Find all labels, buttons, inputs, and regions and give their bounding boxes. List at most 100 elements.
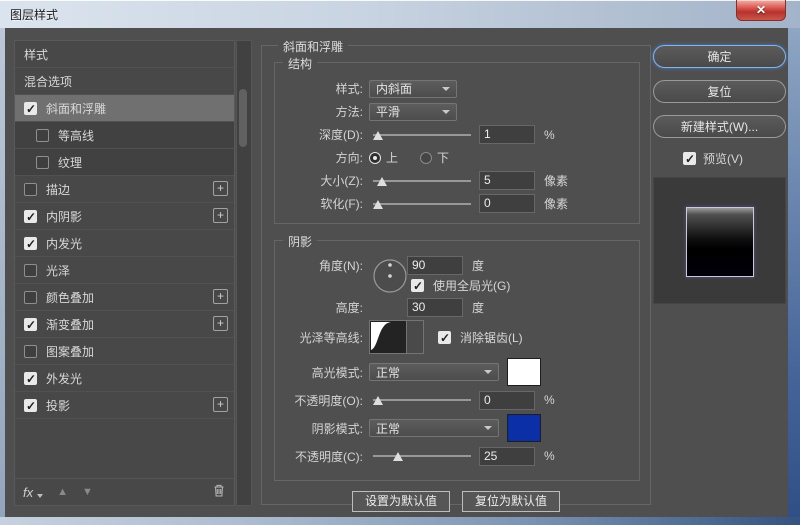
add-effect-icon[interactable] [213, 316, 228, 331]
title-bar[interactable]: 图层样式 ✕ [0, 0, 800, 29]
shadow-opacity-row: 不透明度(C): 25 % [283, 444, 631, 468]
sidebar-item-color-overlay[interactable]: 颜色叠加 [15, 284, 234, 311]
style-preview-thumbnail [686, 207, 754, 277]
checkbox-checked-icon[interactable] [24, 398, 37, 413]
style-dropdown[interactable]: 内斜面 [369, 79, 457, 98]
checkbox-checked-icon[interactable] [24, 371, 37, 386]
checkbox-checked-icon[interactable] [24, 317, 37, 332]
layer-style-dialog: 图层样式 ✕ 样式 混合选项 斜面和浮雕 等高线 纹理 [0, 0, 800, 525]
add-effect-icon[interactable] [213, 397, 228, 412]
angle-dial[interactable] [371, 257, 409, 298]
fx-menu-caret-icon[interactable] [37, 494, 44, 498]
slider-thumb[interactable] [373, 199, 383, 209]
slider-thumb[interactable] [393, 452, 403, 461]
sidebar-item-label: 颜色叠加 [46, 290, 95, 305]
checkbox-checked-icon[interactable] [24, 101, 37, 116]
sidebar-item-label: 描边 [46, 182, 71, 197]
highlight-opacity-input[interactable]: 0 [479, 390, 535, 410]
anti-alias-checkbox[interactable] [438, 330, 451, 345]
sidebar-item-label: 外发光 [46, 371, 83, 386]
shadow-opacity-input[interactable]: 25 [479, 446, 535, 466]
set-as-default-button[interactable]: 设置为默认值 [351, 491, 450, 512]
shadow-opacity-slider[interactable] [373, 449, 471, 463]
highlight-mode-dropdown[interactable]: 正常 [369, 363, 499, 381]
depth-slider[interactable] [373, 128, 471, 142]
preview-checkbox[interactable] [683, 151, 696, 166]
scrollbar-thumb[interactable] [239, 89, 247, 147]
add-effect-icon[interactable] [213, 181, 228, 196]
delete-effect-icon[interactable] [212, 483, 226, 501]
checkbox-unchecked-icon[interactable] [24, 344, 37, 358]
sidebar-item-outer-glow[interactable]: 外发光 [15, 365, 234, 392]
direction-down-radio[interactable] [420, 151, 433, 164]
effects-list-scrollbar[interactable] [236, 40, 252, 506]
add-effect-icon[interactable] [213, 289, 228, 304]
soften-slider[interactable] [373, 197, 471, 211]
close-button[interactable]: ✕ [736, 0, 786, 21]
fx-icon[interactable]: fx [23, 485, 33, 500]
angle-input[interactable]: 90 [407, 255, 463, 275]
sidebar-item-satin[interactable]: 光泽 [15, 257, 234, 284]
sidebar-item-drop-shadow[interactable]: 投影 [15, 392, 234, 419]
new-style-button[interactable]: 新建样式(W)... [653, 115, 786, 138]
technique-row: 方法: 平滑 [283, 100, 631, 123]
sidebar-item-stroke[interactable]: 描边 [15, 176, 234, 203]
size-slider[interactable] [373, 174, 471, 188]
dialog-content: 样式 混合选项 斜面和浮雕 等高线 纹理 描边 [5, 28, 788, 517]
shadow-opacity-unit: % [544, 449, 555, 463]
sidebar-item-bevel-emboss[interactable]: 斜面和浮雕 [15, 95, 234, 122]
altitude-input[interactable]: 30 [407, 297, 463, 317]
depth-label: 深度(D): [319, 128, 363, 142]
panel-title: 斜面和浮雕 [278, 38, 349, 55]
size-unit: 像素 [544, 174, 569, 188]
gloss-contour-picker-arrow[interactable] [407, 320, 424, 354]
move-effect-up-icon[interactable]: ▲ [57, 486, 68, 498]
style-preview-panel [653, 177, 786, 304]
gloss-contour-thumbnail[interactable] [369, 320, 407, 354]
ok-button[interactable]: 确定 [653, 45, 786, 68]
size-input[interactable]: 5 [479, 171, 535, 190]
direction-up-radio[interactable] [369, 151, 381, 164]
highlight-opacity-row: 不透明度(O): 0 % [283, 388, 631, 412]
altitude-label: 高度: [335, 300, 363, 315]
checkbox-checked-icon[interactable] [24, 209, 37, 224]
depth-input[interactable]: 1 [479, 125, 535, 144]
sidebar-item-blending-options[interactable]: 混合选项 [15, 68, 234, 95]
sidebar-item-texture[interactable]: 纹理 [15, 149, 234, 176]
sidebar-item-gradient-overlay[interactable]: 渐变叠加 [15, 311, 234, 338]
angle-unit: 度 [472, 258, 485, 273]
sidebar-item-inner-glow[interactable]: 内发光 [15, 230, 234, 257]
shadow-color-swatch[interactable] [507, 414, 541, 442]
reset-to-default-button[interactable]: 复位为默认值 [462, 491, 561, 512]
technique-dropdown[interactable]: 平滑 [369, 102, 457, 121]
checkbox-unchecked-icon[interactable] [24, 182, 37, 196]
soften-input[interactable]: 0 [479, 194, 535, 213]
shadow-mode-dropdown[interactable]: 正常 [369, 419, 499, 437]
highlight-color-swatch[interactable] [507, 358, 541, 386]
sidebar-item-inner-shadow[interactable]: 内阴影 [15, 203, 234, 230]
technique-label: 方法: [335, 105, 363, 119]
sidebar-item-contour[interactable]: 等高线 [15, 122, 234, 149]
slider-thumb[interactable] [373, 396, 383, 405]
slider-thumb[interactable] [377, 176, 387, 186]
highlight-opacity-slider[interactable] [373, 393, 471, 407]
reset-button[interactable]: 复位 [653, 80, 786, 103]
checkbox-unchecked-icon[interactable] [36, 155, 49, 169]
sidebar-item-label: 纹理 [58, 155, 83, 170]
checkbox-checked-icon[interactable] [24, 236, 37, 251]
shadow-mode-row: 阴影模式: 正常 [283, 412, 631, 444]
slider-thumb[interactable] [373, 130, 383, 140]
checkbox-unchecked-icon[interactable] [24, 290, 37, 304]
global-light-checkbox[interactable] [411, 279, 424, 293]
window-title: 图层样式 [10, 8, 59, 22]
window-frame-bottom [0, 517, 800, 525]
sidebar-item-styles[interactable]: 样式 [15, 41, 234, 68]
checkbox-unchecked-icon[interactable] [36, 128, 49, 142]
checkbox-unchecked-icon[interactable] [24, 263, 37, 277]
sidebar-item-label: 内阴影 [46, 209, 83, 224]
preview-toggle[interactable]: 预览(V) [683, 150, 786, 166]
move-effect-down-icon[interactable]: ▼ [82, 486, 93, 498]
add-effect-icon[interactable] [213, 208, 228, 223]
global-light-label: 使用全局光(G) [433, 279, 511, 293]
sidebar-item-pattern-overlay[interactable]: 图案叠加 [15, 338, 234, 365]
